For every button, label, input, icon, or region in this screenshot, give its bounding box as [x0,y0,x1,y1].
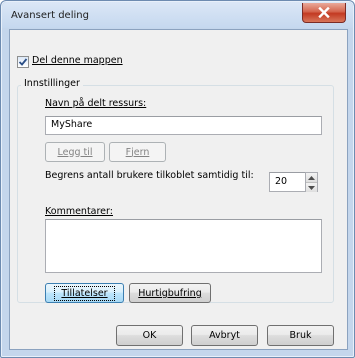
share-folder-label[interactable]: Del denne mappen [32,55,123,66]
cancel-button[interactable]: Avbryt [191,325,258,346]
permissions-button[interactable]: Tillatelser [45,283,124,303]
user-limit-field[interactable]: 20 [269,172,307,192]
window-title: Avansert deling [11,10,89,21]
title-bar[interactable]: Avansert deling [2,2,353,28]
share-name-field[interactable]: MyShare [45,116,322,135]
comments-field[interactable] [45,219,322,273]
settings-group-label: Innstillinger [21,78,83,89]
dialog-window: Avansert deling Del denne mappen Innstil… [0,0,355,358]
comments-label: Kommentarer: [45,206,113,217]
caching-button[interactable]: Hurtigbufring [129,283,211,303]
share-folder-checkbox[interactable] [17,56,29,68]
spin-down-button[interactable] [306,183,317,192]
close-button[interactable] [302,3,346,23]
checkmark-icon [18,58,28,66]
spin-up-button[interactable] [306,173,317,183]
user-limit-label: Begrens antall brukere tilkoblet samtidi… [45,170,254,181]
share-name-label: Navn på delt ressurs: [45,98,147,109]
ok-button[interactable]: OK [116,325,183,346]
user-limit-spinner[interactable] [305,172,318,192]
add-button[interactable]: Legg til [45,142,105,162]
arrow-down-icon [308,185,315,190]
share-name-value: MyShare [51,119,93,130]
apply-button[interactable]: Bruk [267,325,334,346]
remove-button[interactable]: Fjern [109,142,166,162]
arrow-up-icon [308,175,315,180]
user-limit-value: 20 [275,176,288,187]
close-icon [318,7,330,18]
